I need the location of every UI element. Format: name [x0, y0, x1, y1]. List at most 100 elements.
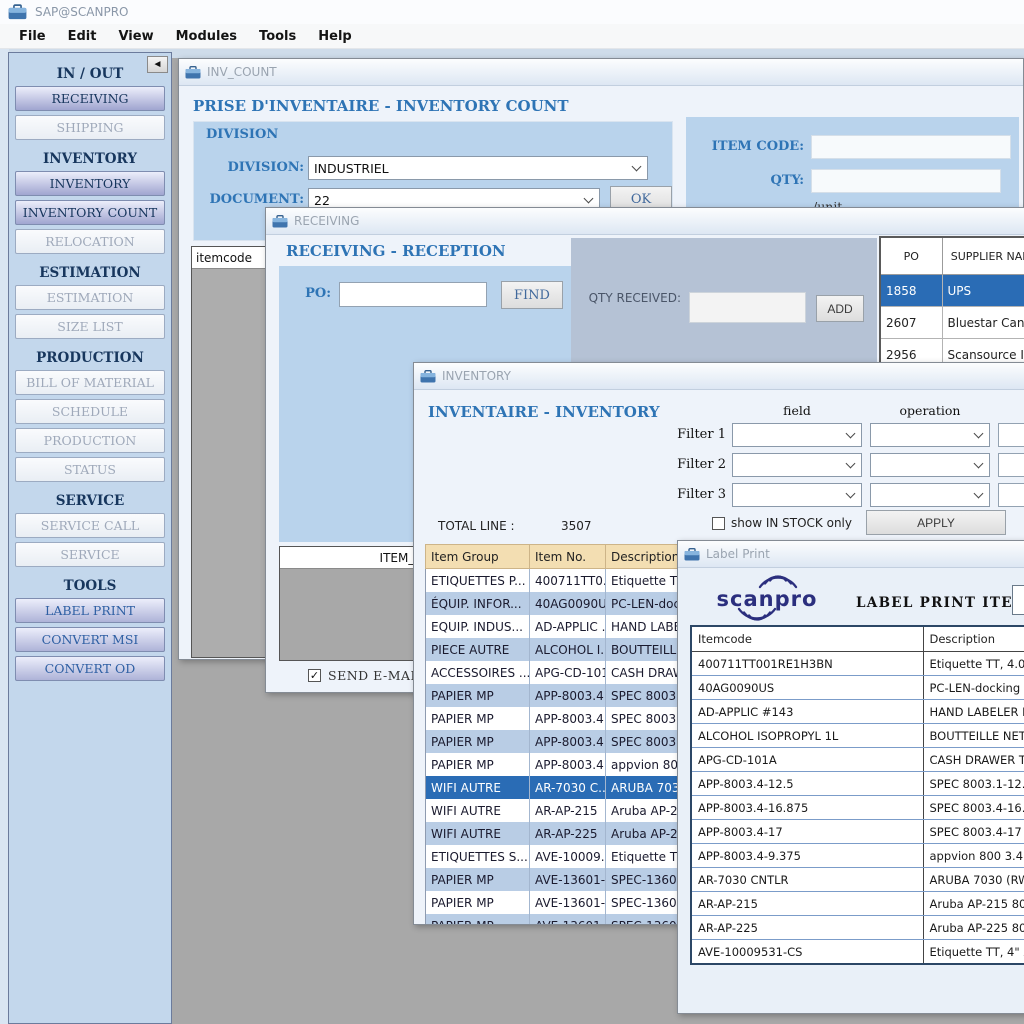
sidebar-item-size-list[interactable]: SIZE LIST [15, 314, 165, 339]
table-row[interactable]: AD-APPLIC #143HAND LABELER MO [691, 700, 1024, 724]
filter-field-header: field [732, 403, 862, 418]
sidebar-item-schedule[interactable]: SCHEDULE [15, 399, 165, 424]
sidebar-item-status[interactable]: STATUS [15, 457, 165, 482]
table-row[interactable]: APP-8003.4-12.5SPEC 8003.1-12.5 A [691, 772, 1024, 796]
sidebar-item-bill-of-material[interactable]: BILL OF MATERIAL [15, 370, 165, 395]
table-cell: APP-8003.4... [530, 730, 606, 753]
table-row[interactable]: APP-8003.4-16.875SPEC 8003.4-16.875 [691, 796, 1024, 820]
menu-item-tools[interactable]: Tools [248, 26, 307, 47]
table-row[interactable]: 2607Bluestar Cana [880, 307, 1024, 339]
po-table: PO SUPPLIER NAME 1858UPS2607Bluestar Can… [879, 236, 1024, 372]
table-row[interactable]: 40AG0090USPC-LEN-docking stat [691, 676, 1024, 700]
inv-count-titlebar[interactable]: INV_COUNT [179, 59, 1023, 86]
filter1-field-combobox[interactable] [732, 423, 862, 447]
po-table-header[interactable]: PO [880, 237, 942, 275]
menu-item-view[interactable]: View [107, 26, 164, 47]
find-button[interactable]: FIND [501, 281, 563, 309]
table-cell: 1858 [880, 275, 942, 307]
table-row[interactable]: AR-AP-225Aruba AP-225 802.1 [691, 916, 1024, 940]
table-row[interactable]: AR-AP-215Aruba AP-215 802.1 [691, 892, 1024, 916]
table-cell: AR-AP-225 [691, 916, 923, 940]
itemcode-list[interactable]: itemcode [191, 246, 275, 658]
qty-received-input[interactable] [689, 292, 806, 323]
document-value: 22 [314, 193, 330, 208]
table-cell: SPEC 8003.4-17 App [923, 820, 1024, 844]
division-value: INDUSTRIEL [314, 161, 389, 176]
table-cell: PAPIER MP [426, 753, 530, 776]
table-cell: WIFI AUTRE [426, 799, 530, 822]
table-row[interactable]: 400711TT001RE1H3BNEtiquette TT, 4.000" [691, 652, 1024, 676]
qty-input[interactable] [811, 169, 1001, 193]
filter2-value-input[interactable] [998, 453, 1024, 477]
sidebar-item-estimation[interactable]: ESTIMATION [15, 285, 165, 310]
filter3-field-combobox[interactable] [732, 483, 862, 507]
inventory-titlebar[interactable]: INVENTORY [414, 363, 1024, 390]
table-row[interactable]: APP-8003.4-9.375appvion 800 3.4 dire [691, 844, 1024, 868]
scanpro-logo-text: scanpro [717, 587, 818, 611]
sidebar-item-inventory-count[interactable]: INVENTORY COUNT [15, 200, 165, 225]
label-print-header[interactable]: Itemcode [691, 626, 923, 652]
receiving-titlebar[interactable]: RECEIVING [266, 208, 1024, 235]
in-stock-checkbox[interactable] [712, 517, 725, 530]
sidebar-item-convert-od[interactable]: CONVERT OD [15, 656, 165, 681]
sidebar-item-production[interactable]: PRODUCTION [15, 428, 165, 453]
sidebar-item-inventory[interactable]: INVENTORY [15, 171, 165, 196]
menu-item-edit[interactable]: Edit [57, 26, 108, 47]
table-cell: Aruba AP-225 802.1 [923, 916, 1024, 940]
table-row[interactable]: AVE-10009531-CSEtiquette TT, 4" X 5" [691, 940, 1024, 965]
table-cell: appvion 800 3.4 dire [923, 844, 1024, 868]
table-cell: BOUTTEILLE NETT [923, 724, 1024, 748]
sidebar-collapse-button[interactable]: ◄ [147, 56, 168, 73]
app-title: SAP@SCANPRO [35, 5, 129, 19]
filter3-value-input[interactable] [998, 483, 1024, 507]
chevron-down-icon [846, 429, 856, 439]
table-cell: AVE-13601-... [530, 868, 606, 891]
menu-item-help[interactable]: Help [307, 26, 362, 47]
table-row[interactable]: AR-7030 CNTLRARUBA 7030 (RW) ( [691, 868, 1024, 892]
filter2-field-combobox[interactable] [732, 453, 862, 477]
table-cell: SPEC 8003.1-12.5 A [923, 772, 1024, 796]
po-table-header[interactable]: SUPPLIER NAME [942, 237, 1024, 275]
qty-received-panel: QTY RECEIVED: ADD [571, 238, 877, 363]
add-button[interactable]: ADD [816, 295, 864, 322]
item-code-input[interactable] [811, 135, 1011, 159]
inventory-table-header[interactable]: Item No. [530, 545, 606, 569]
sidebar-panel: ◄ IN / OUTRECEIVINGSHIPPINGINVENTORYINVE… [8, 52, 172, 1024]
label-print-titlebar[interactable]: Label Print [678, 541, 1024, 568]
table-cell: AD-APPLIC ... [530, 615, 606, 638]
filter1-operation-combobox[interactable] [870, 423, 990, 447]
table-cell: ETIQUETTES P... [426, 569, 530, 593]
table-row[interactable]: APP-8003.4-17SPEC 8003.4-17 App [691, 820, 1024, 844]
sidebar-item-relocation[interactable]: RELOCATION [15, 229, 165, 254]
sidebar-item-receiving[interactable]: RECEIVING [15, 86, 165, 111]
sidebar-item-service-call[interactable]: SERVICE CALL [15, 513, 165, 538]
po-label: PO: [289, 286, 331, 301]
table-cell: CASH DRAWER TO [923, 748, 1024, 772]
sidebar-item-convert-msi[interactable]: CONVERT MSI [15, 627, 165, 652]
table-row[interactable]: 1858UPS [880, 275, 1024, 307]
chevron-down-icon [974, 489, 984, 499]
email-confirm-checkbox[interactable]: ✓ [308, 669, 321, 682]
table-row[interactable]: ALCOHOL ISOPROPYL 1LBOUTTEILLE NETT [691, 724, 1024, 748]
po-input[interactable] [339, 282, 487, 307]
inventory-table-header[interactable]: Item Group [426, 545, 530, 569]
menu-item-modules[interactable]: Modules [165, 26, 248, 47]
filter2-operation-combobox[interactable] [870, 453, 990, 477]
table-cell: 40AG0090US [691, 676, 923, 700]
label-print-header[interactable]: Description [923, 626, 1024, 652]
label-print-item-input[interactable] [1012, 585, 1024, 615]
menu-item-file[interactable]: File [8, 26, 57, 47]
sidebar-item-shipping[interactable]: SHIPPING [15, 115, 165, 140]
division-combobox[interactable]: INDUSTRIEL [308, 156, 648, 180]
sidebar-item-service[interactable]: SERVICE [15, 542, 165, 567]
table-row[interactable]: APG-CD-101ACASH DRAWER TO [691, 748, 1024, 772]
sidebar-item-label-print[interactable]: LABEL PRINT [15, 598, 165, 623]
filter3-operation-combobox[interactable] [870, 483, 990, 507]
window-briefcase-icon [684, 548, 700, 561]
filter1-value-input[interactable] [998, 423, 1024, 447]
window-title: INV_COUNT [207, 65, 277, 79]
apply-button[interactable]: APPLY [866, 510, 1006, 535]
table-cell: 400711TT001RE1H3BN [691, 652, 923, 676]
table-cell: Etiquette TT, 4.000" [923, 652, 1024, 676]
chevron-down-icon [846, 459, 856, 469]
